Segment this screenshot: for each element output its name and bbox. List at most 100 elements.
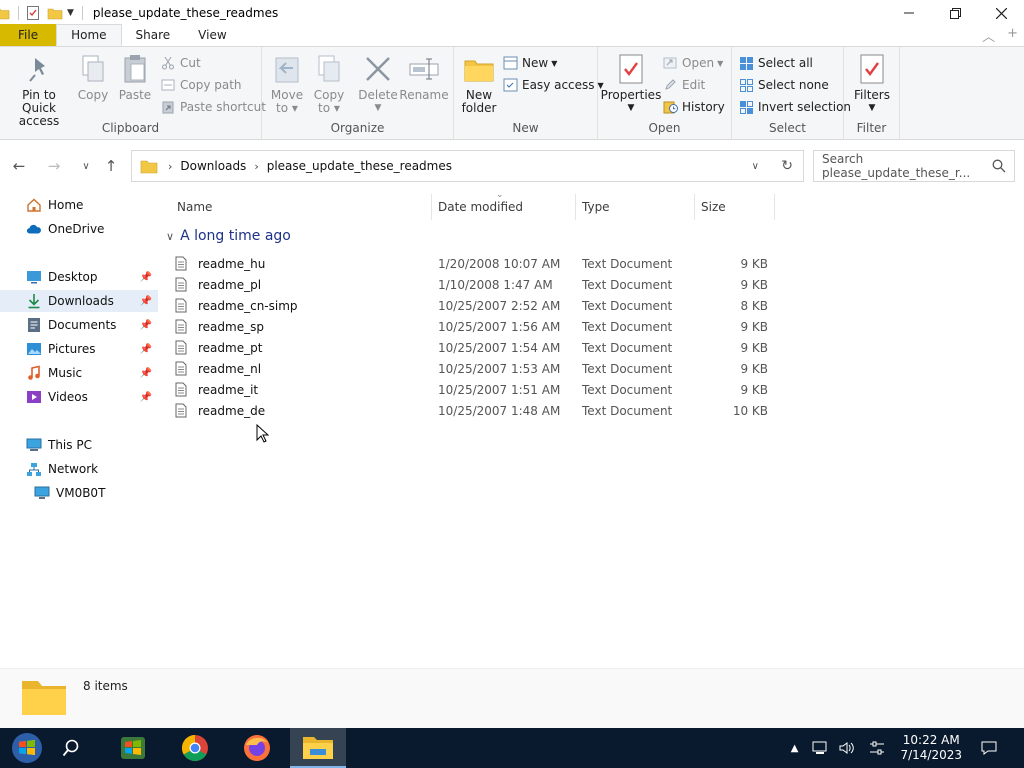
file-row[interactable]: readme_sp 10/25/2007 1:56 AM Text Docume…: [173, 316, 773, 337]
history-button[interactable]: History: [662, 97, 725, 117]
properties-qat-icon[interactable]: [25, 5, 41, 21]
clock[interactable]: 10:22 AM 7/14/2023: [900, 733, 962, 763]
qat-dropdown-icon[interactable]: ▼: [67, 8, 74, 18]
search-box[interactable]: Search please_update_these_r...: [813, 150, 1015, 182]
invert-selection-button[interactable]: Invert selection: [738, 97, 851, 117]
up-button[interactable]: ↑: [100, 155, 122, 177]
paste-shortcut-button[interactable]: Paste shortcut: [160, 97, 266, 117]
edit-button[interactable]: Edit: [662, 75, 705, 95]
filters-button[interactable]: Filters ▼: [852, 53, 892, 115]
nav-item-onedrive[interactable]: OneDrive: [0, 218, 158, 240]
nav-item-pictures[interactable]: Pictures 📌: [0, 338, 158, 360]
nav-item-home[interactable]: Home: [0, 194, 158, 216]
close-button[interactable]: [978, 0, 1024, 26]
move-to-button[interactable]: Move to ▾: [270, 53, 304, 115]
breadcrumb-separator[interactable]: ›: [168, 160, 172, 173]
pin-icon[interactable]: 📌: [140, 392, 152, 403]
breadcrumb-separator[interactable]: ›: [254, 160, 258, 173]
pin-icon[interactable]: 📌: [140, 320, 152, 331]
group-header[interactable]: ∨ A long time ago: [166, 228, 291, 244]
pin-icon[interactable]: 📌: [140, 296, 152, 307]
properties-button[interactable]: Properties ▼: [601, 53, 661, 115]
paste-button[interactable]: Paste: [118, 53, 152, 102]
new-item-button[interactable]: New ▼: [502, 53, 557, 73]
minimize-button[interactable]: [886, 0, 932, 26]
nav-item-downloads[interactable]: Downloads 📌: [0, 290, 158, 312]
tray-overflow-icon[interactable]: ▲: [791, 743, 799, 754]
tab-view[interactable]: View: [184, 24, 240, 46]
column-header-size[interactable]: Size: [695, 194, 775, 220]
nav-item-network[interactable]: Network: [0, 458, 158, 480]
file-row[interactable]: readme_pl 1/10/2008 1:47 AM Text Documen…: [173, 274, 773, 295]
chrome-app-button[interactable]: [168, 728, 222, 768]
copy-icon: [82, 55, 104, 82]
file-explorer-app-button[interactable]: [290, 728, 346, 768]
delete-button[interactable]: Delete ▼: [358, 53, 398, 115]
file-row[interactable]: readme_de 10/25/2007 1:48 AM Text Docume…: [173, 400, 773, 421]
open-button[interactable]: Open ▼: [662, 53, 723, 73]
refresh-icon[interactable]: ↻: [781, 158, 793, 174]
search-icon[interactable]: [992, 159, 1006, 173]
collapse-ribbon-icon[interactable]: ︿: [982, 26, 995, 45]
breadcrumb-current-folder[interactable]: please_update_these_readmes: [267, 159, 452, 173]
network-status-icon[interactable]: [812, 740, 830, 756]
new-folder-button[interactable]: New folder: [460, 53, 498, 115]
divider: [81, 6, 83, 20]
new-folder-qat-icon[interactable]: [47, 5, 63, 21]
file-row[interactable]: readme_it 10/25/2007 1:51 AM Text Docume…: [173, 379, 773, 400]
nav-item-videos[interactable]: Videos 📌: [0, 386, 158, 408]
file-type: Text Document: [582, 277, 673, 292]
tab-home[interactable]: Home: [56, 24, 122, 46]
open-group: Properties ▼ Open ▼ Edit History Open: [598, 47, 732, 139]
copy-to-button[interactable]: Copy to ▾: [312, 53, 346, 115]
select-none-button[interactable]: Select none: [738, 75, 829, 95]
column-header-date-modified[interactable]: Date modified ⌄: [432, 190, 576, 220]
file-row[interactable]: readme_pt 10/25/2007 1:54 AM Text Docume…: [173, 337, 773, 358]
pin-to-quick-access-button[interactable]: Pin to Quick access: [6, 53, 72, 128]
pin-icon[interactable]: 📌: [140, 344, 152, 355]
easy-access-button[interactable]: Easy access ▼: [502, 75, 604, 95]
restore-button[interactable]: [932, 0, 978, 26]
select-none-icon: [739, 78, 753, 92]
windows-flag-app-button[interactable]: [106, 728, 160, 768]
address-dropdown-icon[interactable]: ∨: [752, 161, 759, 172]
file-row[interactable]: readme_nl 10/25/2007 1:53 AM Text Docume…: [173, 358, 773, 379]
help-icon[interactable]: +: [1007, 26, 1018, 45]
settings-sliders-icon[interactable]: [868, 740, 886, 756]
column-header-name[interactable]: Name: [171, 194, 432, 220]
back-button[interactable]: ←: [8, 155, 30, 177]
arrow-left-icon: ←: [12, 157, 26, 175]
nav-item-documents[interactable]: Documents 📌: [0, 314, 158, 336]
copy-path-button[interactable]: Copy path: [160, 75, 242, 95]
search-taskbar-button[interactable]: [44, 728, 98, 768]
taskbar: ▲ 10:22 AM 7/14/2023: [0, 728, 1024, 768]
volume-icon[interactable]: [838, 740, 856, 756]
firefox-app-button[interactable]: [230, 728, 284, 768]
chevron-down-icon[interactable]: ∨: [166, 230, 174, 243]
cut-button[interactable]: Cut: [160, 53, 201, 73]
file-row[interactable]: readme_hu 1/20/2008 10:07 AM Text Docume…: [173, 253, 773, 274]
nav-item-vm0b0t[interactable]: VM0B0T: [0, 482, 158, 504]
nav-item-music[interactable]: Music 📌: [0, 362, 158, 384]
recent-locations-button[interactable]: ∨: [75, 155, 97, 177]
navigation-pane: Home OneDrive Desktop 📌 Downloads 📌 Docu…: [0, 194, 158, 668]
breadcrumb-downloads[interactable]: Downloads: [180, 159, 246, 173]
forward-button[interactable]: →: [43, 155, 65, 177]
select-all-button[interactable]: Select all: [738, 53, 813, 73]
nav-item-desktop[interactable]: Desktop 📌: [0, 266, 158, 288]
copy-button[interactable]: Copy: [76, 53, 110, 102]
search-input[interactable]: Search please_update_these_r...: [822, 152, 1014, 180]
column-header-type[interactable]: Type: [576, 194, 695, 220]
ribbon: Pin to Quick access Copy Paste Cut Copy …: [0, 46, 1024, 140]
status-bar: 8 items: [0, 668, 1024, 728]
pin-icon[interactable]: 📌: [140, 368, 152, 379]
mouse-cursor-icon: [256, 424, 269, 443]
rename-button[interactable]: Rename: [399, 53, 449, 102]
file-row[interactable]: readme_cn-simp 10/25/2007 2:52 AM Text D…: [173, 295, 773, 316]
tab-file[interactable]: File: [0, 24, 57, 46]
address-bar[interactable]: › Downloads › please_update_these_readme…: [131, 150, 804, 182]
nav-item-this-pc[interactable]: This PC: [0, 434, 158, 456]
tab-share[interactable]: Share: [122, 24, 185, 46]
notifications-icon[interactable]: [980, 740, 998, 756]
pin-icon[interactable]: 📌: [140, 272, 152, 283]
